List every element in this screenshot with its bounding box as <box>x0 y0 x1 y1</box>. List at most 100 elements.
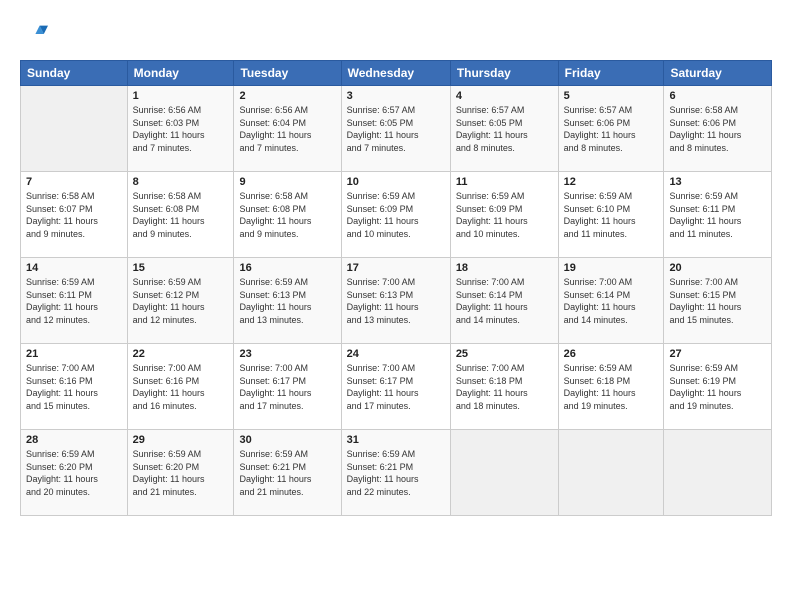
day-info: Sunrise: 6:59 AM Sunset: 6:19 PM Dayligh… <box>669 362 766 412</box>
calendar-cell: 6 Sunrise: 6:58 AM Sunset: 6:06 PM Daylig… <box>664 86 772 172</box>
day-number: 10 <box>347 176 445 188</box>
calendar-cell: 23 Sunrise: 7:00 AM Sunset: 6:17 PM Dayli… <box>234 344 341 430</box>
day-info: Sunrise: 7:00 AM Sunset: 6:17 PM Dayligh… <box>239 362 335 412</box>
day-number: 18 <box>456 262 553 274</box>
day-number: 27 <box>669 348 766 360</box>
day-number: 14 <box>26 262 122 274</box>
calendar-cell: 21Sunrise: 7:00 AM Sunset: 6:16 PM Dayli… <box>21 344 128 430</box>
calendar-cell: 22 Sunrise: 7:00 AM Sunset: 6:16 PM Dayli… <box>127 344 234 430</box>
day-number: 30 <box>239 434 335 446</box>
day-number: 29 <box>133 434 229 446</box>
calendar-week-5: 28 Sunrise: 6:59 AM Sunset: 6:20 PM Dayli… <box>21 430 772 516</box>
weekday-header-saturday: Saturday <box>664 61 772 86</box>
weekday-header-tuesday: Tuesday <box>234 61 341 86</box>
day-number: 5 <box>564 90 659 102</box>
day-info: Sunrise: 6:56 AM Sunset: 6:03 PM Dayligh… <box>133 104 229 154</box>
day-info: Sunrise: 7:00 AM Sunset: 6:14 PM Dayligh… <box>456 276 553 326</box>
calendar-cell: 5 Sunrise: 6:57 AM Sunset: 6:06 PM Daylig… <box>558 86 664 172</box>
day-info: Sunrise: 6:59 AM Sunset: 6:20 PM Dayligh… <box>133 448 229 498</box>
calendar-cell: 1 Sunrise: 6:56 AM Sunset: 6:03 PM Daylig… <box>127 86 234 172</box>
day-info: Sunrise: 6:57 AM Sunset: 6:06 PM Dayligh… <box>564 104 659 154</box>
day-number: 1 <box>133 90 229 102</box>
day-number: 24 <box>347 348 445 360</box>
calendar-cell: 10 Sunrise: 6:59 AM Sunset: 6:09 PM Dayli… <box>341 172 450 258</box>
calendar-cell: 11 Sunrise: 6:59 AM Sunset: 6:09 PM Dayli… <box>450 172 558 258</box>
calendar-cell: 8Sunrise: 6:58 AM Sunset: 6:08 PM Daylig… <box>127 172 234 258</box>
calendar-week-2: 7Sunrise: 6:58 AM Sunset: 6:07 PM Daylig… <box>21 172 772 258</box>
calendar-cell: 4 Sunrise: 6:57 AM Sunset: 6:05 PM Daylig… <box>450 86 558 172</box>
calendar-cell: 9Sunrise: 6:58 AM Sunset: 6:08 PM Daylig… <box>234 172 341 258</box>
logo-icon <box>20 20 48 48</box>
day-number: 4 <box>456 90 553 102</box>
day-info: Sunrise: 6:59 AM Sunset: 6:10 PM Dayligh… <box>564 190 659 240</box>
day-number: 26 <box>564 348 659 360</box>
day-number: 25 <box>456 348 553 360</box>
calendar-cell: 25Sunrise: 7:00 AM Sunset: 6:18 PM Dayli… <box>450 344 558 430</box>
day-info: Sunrise: 6:59 AM Sunset: 6:20 PM Dayligh… <box>26 448 122 498</box>
day-info: Sunrise: 6:57 AM Sunset: 6:05 PM Dayligh… <box>347 104 445 154</box>
day-number: 12 <box>564 176 659 188</box>
day-number: 2 <box>239 90 335 102</box>
calendar-cell: 18 Sunrise: 7:00 AM Sunset: 6:14 PM Dayli… <box>450 258 558 344</box>
calendar-table: SundayMondayTuesdayWednesdayThursdayFrid… <box>20 60 772 516</box>
day-info: Sunrise: 7:00 AM Sunset: 6:17 PM Dayligh… <box>347 362 445 412</box>
day-number: 3 <box>347 90 445 102</box>
day-info: Sunrise: 7:00 AM Sunset: 6:15 PM Dayligh… <box>669 276 766 326</box>
day-info: Sunrise: 6:58 AM Sunset: 6:08 PM Dayligh… <box>133 190 229 240</box>
day-number: 7 <box>26 176 122 188</box>
day-info: Sunrise: 6:59 AM Sunset: 6:18 PM Dayligh… <box>564 362 659 412</box>
calendar-cell: 26 Sunrise: 6:59 AM Sunset: 6:18 PM Dayli… <box>558 344 664 430</box>
day-info: Sunrise: 6:59 AM Sunset: 6:13 PM Dayligh… <box>239 276 335 326</box>
day-info: Sunrise: 6:59 AM Sunset: 6:11 PM Dayligh… <box>26 276 122 326</box>
header <box>20 20 772 48</box>
weekday-header-thursday: Thursday <box>450 61 558 86</box>
calendar-cell: 12 Sunrise: 6:59 AM Sunset: 6:10 PM Dayli… <box>558 172 664 258</box>
calendar-week-3: 14 Sunrise: 6:59 AM Sunset: 6:11 PM Dayli… <box>21 258 772 344</box>
day-info: Sunrise: 6:59 AM Sunset: 6:09 PM Dayligh… <box>347 190 445 240</box>
calendar-cell: 2 Sunrise: 6:56 AM Sunset: 6:04 PM Daylig… <box>234 86 341 172</box>
calendar-cell: 15Sunrise: 6:59 AM Sunset: 6:12 PM Dayli… <box>127 258 234 344</box>
calendar-cell: 27 Sunrise: 6:59 AM Sunset: 6:19 PM Dayli… <box>664 344 772 430</box>
day-number: 31 <box>347 434 445 446</box>
calendar-cell: 30 Sunrise: 6:59 AM Sunset: 6:21 PM Dayli… <box>234 430 341 516</box>
day-number: 6 <box>669 90 766 102</box>
weekday-header-sunday: Sunday <box>21 61 128 86</box>
day-number: 19 <box>564 262 659 274</box>
calendar-header: SundayMondayTuesdayWednesdayThursdayFrid… <box>21 61 772 86</box>
weekday-header-friday: Friday <box>558 61 664 86</box>
calendar-cell: 13 Sunrise: 6:59 AM Sunset: 6:11 PM Dayli… <box>664 172 772 258</box>
day-info: Sunrise: 6:58 AM Sunset: 6:06 PM Dayligh… <box>669 104 766 154</box>
day-number: 17 <box>347 262 445 274</box>
weekday-row: SundayMondayTuesdayWednesdayThursdayFrid… <box>21 61 772 86</box>
day-info: Sunrise: 6:59 AM Sunset: 6:21 PM Dayligh… <box>239 448 335 498</box>
day-number: 15 <box>133 262 229 274</box>
calendar-cell: 24 Sunrise: 7:00 AM Sunset: 6:17 PM Dayli… <box>341 344 450 430</box>
calendar-cell <box>558 430 664 516</box>
calendar-cell: 20 Sunrise: 7:00 AM Sunset: 6:15 PM Dayli… <box>664 258 772 344</box>
day-info: Sunrise: 6:59 AM Sunset: 6:11 PM Dayligh… <box>669 190 766 240</box>
day-info: Sunrise: 6:56 AM Sunset: 6:04 PM Dayligh… <box>239 104 335 154</box>
day-number: 21 <box>26 348 122 360</box>
day-number: 16 <box>239 262 335 274</box>
day-number: 20 <box>669 262 766 274</box>
day-number: 13 <box>669 176 766 188</box>
day-number: 28 <box>26 434 122 446</box>
calendar-cell <box>450 430 558 516</box>
day-number: 22 <box>133 348 229 360</box>
day-info: Sunrise: 7:00 AM Sunset: 6:14 PM Dayligh… <box>564 276 659 326</box>
day-number: 11 <box>456 176 553 188</box>
calendar-cell <box>21 86 128 172</box>
weekday-header-wednesday: Wednesday <box>341 61 450 86</box>
calendar-cell: 19 Sunrise: 7:00 AM Sunset: 6:14 PM Dayli… <box>558 258 664 344</box>
day-number: 9 <box>239 176 335 188</box>
day-info: Sunrise: 6:57 AM Sunset: 6:05 PM Dayligh… <box>456 104 553 154</box>
calendar-week-1: 1 Sunrise: 6:56 AM Sunset: 6:03 PM Daylig… <box>21 86 772 172</box>
day-number: 23 <box>239 348 335 360</box>
day-info: Sunrise: 7:00 AM Sunset: 6:13 PM Dayligh… <box>347 276 445 326</box>
day-info: Sunrise: 7:00 AM Sunset: 6:16 PM Dayligh… <box>133 362 229 412</box>
calendar-cell: 16 Sunrise: 6:59 AM Sunset: 6:13 PM Dayli… <box>234 258 341 344</box>
day-info: Sunrise: 6:59 AM Sunset: 6:09 PM Dayligh… <box>456 190 553 240</box>
weekday-header-monday: Monday <box>127 61 234 86</box>
calendar-body: 1 Sunrise: 6:56 AM Sunset: 6:03 PM Daylig… <box>21 86 772 516</box>
calendar-cell: 3 Sunrise: 6:57 AM Sunset: 6:05 PM Daylig… <box>341 86 450 172</box>
